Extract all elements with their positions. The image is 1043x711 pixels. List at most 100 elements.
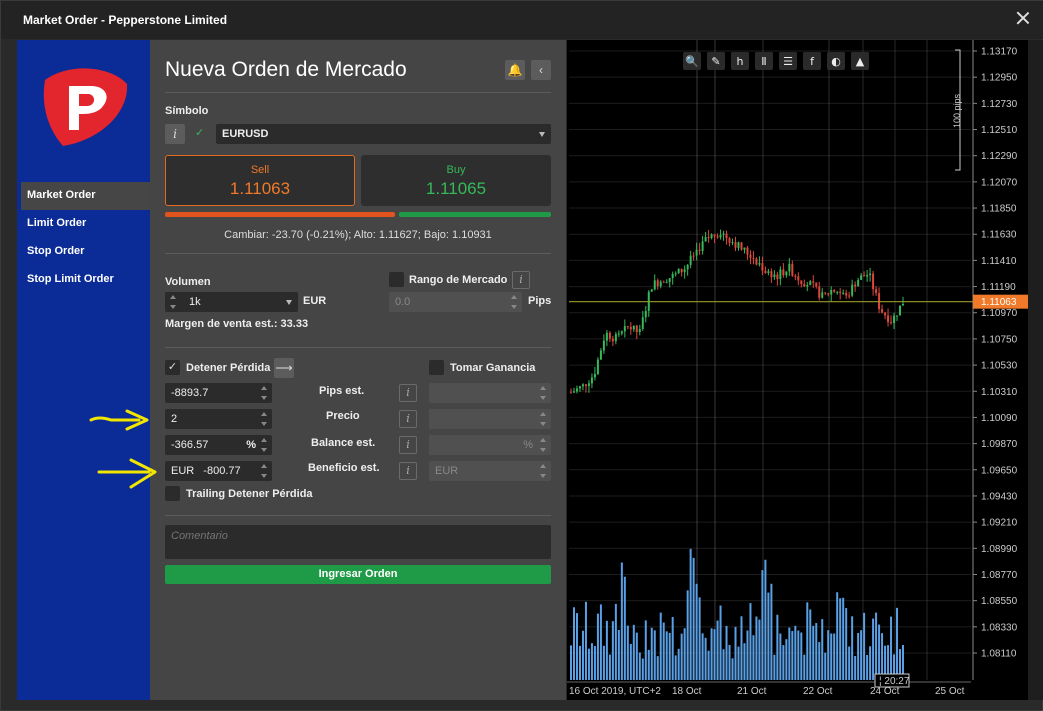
candle-body bbox=[779, 269, 782, 280]
candle-body bbox=[767, 271, 770, 273]
volume-bar bbox=[818, 642, 821, 680]
nav-item-market-order[interactable]: Market Order bbox=[21, 182, 150, 210]
volume-input[interactable]: 1k bbox=[165, 292, 298, 312]
order-form: Nueva Orden de Mercado 🔔 ‹ Símbolo i ✓ E… bbox=[150, 40, 566, 700]
sell-button[interactable]: Sell 1.11063 bbox=[165, 155, 355, 206]
volume-bar bbox=[878, 624, 881, 680]
candle-body bbox=[764, 270, 767, 273]
stepper-icon[interactable] bbox=[261, 464, 268, 478]
market-range-info-icon[interactable]: i bbox=[512, 271, 530, 289]
volume-bar bbox=[725, 625, 728, 680]
candle-body bbox=[866, 274, 869, 277]
stepper-icon[interactable] bbox=[261, 438, 268, 452]
candle-body bbox=[776, 274, 779, 280]
stepper-icon[interactable] bbox=[261, 412, 268, 426]
pips-info-icon[interactable]: i bbox=[399, 384, 417, 402]
volume-bar bbox=[599, 604, 602, 680]
stepper-icon bbox=[540, 464, 547, 478]
candle-body bbox=[869, 273, 872, 275]
zoom-icon[interactable]: 🔍 bbox=[683, 52, 701, 70]
volume-bar bbox=[635, 632, 638, 680]
stop-loss-checkbox[interactable]: ✓ bbox=[165, 360, 180, 375]
tp-profit-input[interactable]: EUR bbox=[429, 461, 551, 481]
price-info-icon[interactable]: i bbox=[399, 410, 417, 428]
stepper-icon bbox=[540, 412, 547, 426]
sentiment-bar bbox=[165, 212, 551, 217]
candle-body bbox=[629, 326, 632, 330]
market-range-label: Rango de Mercado bbox=[409, 274, 508, 286]
volume-bar bbox=[866, 654, 869, 680]
symbol-select[interactable]: EURUSD bbox=[216, 124, 551, 144]
y-tick-label: 1.11410 bbox=[981, 256, 1017, 267]
candle-body bbox=[803, 283, 806, 287]
candle-body bbox=[665, 282, 668, 284]
volume-bar bbox=[587, 648, 590, 680]
candle-body bbox=[698, 249, 701, 251]
list-icon[interactable]: ☰ bbox=[779, 52, 797, 70]
nav-item-stop-order[interactable]: Stop Order bbox=[21, 238, 150, 266]
volume-bar bbox=[677, 648, 680, 680]
drop-icon[interactable]: ◐ bbox=[827, 52, 845, 70]
draw-icon[interactable]: ✎ bbox=[707, 52, 725, 70]
candle-body bbox=[737, 242, 740, 248]
timeframe-icon[interactable]: h bbox=[731, 52, 749, 70]
tp-balance-input[interactable]: % bbox=[429, 435, 551, 455]
comment-field[interactable] bbox=[165, 525, 551, 559]
tp-price-input[interactable] bbox=[429, 409, 551, 429]
volume-stepper-icon[interactable] bbox=[170, 295, 177, 309]
pips-est-label: Pips est. bbox=[319, 385, 365, 397]
candle-body bbox=[887, 315, 890, 323]
sl-balance-input[interactable]: -366.57 % bbox=[165, 435, 272, 455]
candles-icon-glyph: Ⅱ bbox=[761, 55, 766, 68]
tp-pips-input[interactable] bbox=[429, 383, 551, 403]
shapes-icon[interactable]: ▲ bbox=[851, 52, 869, 70]
symbol-value: EURUSD bbox=[222, 128, 269, 140]
candle-body bbox=[695, 249, 698, 256]
profit-info-icon[interactable]: i bbox=[399, 462, 417, 480]
candle-body bbox=[830, 290, 833, 295]
y-tick-label: 1.11190 bbox=[981, 282, 1016, 293]
volume-bar bbox=[767, 592, 770, 680]
close-icon[interactable] bbox=[1016, 11, 1030, 25]
collapse-chevron-icon[interactable]: ‹ bbox=[531, 60, 551, 80]
take-profit-checkbox[interactable] bbox=[429, 360, 444, 375]
candle-body bbox=[833, 290, 836, 292]
sl-pips-input[interactable]: -8893.7 bbox=[165, 383, 272, 403]
stepper-icon[interactable] bbox=[261, 386, 268, 400]
bell-icon[interactable]: 🔔 bbox=[505, 60, 525, 80]
balance-info-icon[interactable]: i bbox=[399, 436, 417, 454]
candle-body bbox=[587, 383, 590, 386]
candle-body bbox=[761, 263, 764, 271]
nav-item-stop-limit-order[interactable]: Stop Limit Order bbox=[21, 266, 150, 294]
candles-icon[interactable]: Ⅱ bbox=[755, 52, 773, 70]
volume-bar bbox=[578, 645, 581, 680]
submit-order-button[interactable]: Ingresar Orden bbox=[165, 565, 551, 584]
facebook-icon[interactable]: f bbox=[803, 52, 821, 70]
trailing-stop-label: Trailing Detener Pérdida bbox=[186, 488, 313, 500]
candle-body bbox=[749, 254, 752, 258]
divider bbox=[165, 347, 551, 348]
candle-body bbox=[638, 328, 641, 333]
arrow-right-icon[interactable]: ⟶ bbox=[274, 358, 294, 378]
candle-body bbox=[821, 292, 824, 298]
candle-body bbox=[773, 274, 776, 278]
candle-body bbox=[740, 242, 743, 250]
chart-canvas: 1.13170 1.12950 1.12730 1.12510 1.12290 1.120… bbox=[567, 40, 1028, 697]
sl-profit-input[interactable]: EUR -800.77 bbox=[165, 461, 272, 481]
trailing-stop-checkbox[interactable] bbox=[165, 486, 180, 501]
market-range-checkbox[interactable] bbox=[389, 272, 404, 287]
symbol-info-icon[interactable]: i bbox=[165, 124, 185, 144]
volume-bar bbox=[581, 630, 584, 680]
nav-item-limit-order[interactable]: Limit Order bbox=[21, 210, 150, 238]
market-range-input[interactable]: 0.0 bbox=[389, 292, 522, 312]
volume-bar bbox=[848, 646, 851, 680]
candle-body bbox=[617, 333, 620, 335]
buy-button[interactable]: Buy 1.11065 bbox=[361, 155, 551, 206]
volume-bar bbox=[689, 548, 692, 680]
price-chart[interactable]: 1.13170 1.12950 1.12730 1.12510 1.12290 1.120… bbox=[567, 40, 1028, 700]
candle-body bbox=[692, 255, 695, 257]
sl-price-input[interactable]: 2 bbox=[165, 409, 272, 429]
y-tick-label: 1.12290 bbox=[981, 151, 1018, 162]
candle-body bbox=[608, 332, 611, 339]
volume-bar bbox=[872, 618, 875, 680]
